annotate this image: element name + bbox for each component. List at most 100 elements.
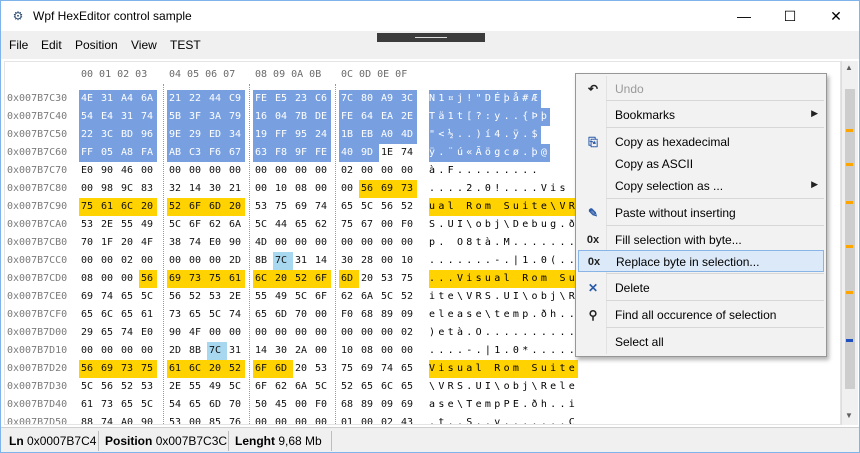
hex-byte[interactable]: 22	[187, 90, 207, 108]
hex-byte[interactable]: 00	[273, 162, 293, 180]
hex-byte[interactable]: 00	[313, 162, 331, 180]
hex-byte[interactable]: 20	[227, 198, 245, 216]
hex-byte[interactable]: 61	[99, 198, 119, 216]
hex-byte[interactable]: 00	[187, 252, 207, 270]
hex-byte[interactable]: 75	[207, 270, 227, 288]
hex-byte[interactable]: 65	[399, 360, 417, 378]
hex-byte[interactable]: 65	[359, 378, 379, 396]
hex-byte[interactable]: 04	[273, 108, 293, 126]
hex-byte[interactable]: 6F	[187, 198, 207, 216]
hex-byte[interactable]: 21	[227, 180, 245, 198]
hex-byte[interactable]: 49	[207, 378, 227, 396]
hex-byte[interactable]: BD	[119, 126, 139, 144]
hex-byte[interactable]: 67	[359, 216, 379, 234]
hex-byte[interactable]: 00	[79, 342, 99, 360]
hex-byte[interactable]: 65	[339, 198, 359, 216]
hex-byte[interactable]: 4F	[187, 324, 207, 342]
hex-byte[interactable]: 74	[99, 288, 119, 306]
menu-item-find-all-occurence-of-selection[interactable]: ⚲ Find all occurence of selection	[578, 304, 824, 326]
hex-byte[interactable]: 61	[79, 396, 99, 414]
hex-byte[interactable]: 00	[339, 180, 359, 198]
hex-byte[interactable]: 55	[119, 216, 139, 234]
hex-byte[interactable]: 83	[139, 180, 157, 198]
hex-byte[interactable]: 74	[187, 234, 207, 252]
hex-byte[interactable]: 2E	[99, 216, 119, 234]
hex-byte[interactable]: 00	[253, 162, 273, 180]
hex-byte[interactable]: FA	[139, 144, 157, 162]
hex-byte[interactable]: 6A	[359, 288, 379, 306]
hex-byte[interactable]: 52	[119, 378, 139, 396]
hex-byte[interactable]: 80	[359, 90, 379, 108]
hex-byte[interactable]: 62	[207, 216, 227, 234]
hex-byte[interactable]: 53	[139, 378, 157, 396]
hex-byte[interactable]: 8B	[187, 342, 207, 360]
hex-byte[interactable]: 00	[167, 252, 187, 270]
hex-byte[interactable]: FE	[253, 90, 273, 108]
hex-byte[interactable]: 00	[253, 324, 273, 342]
hex-byte[interactable]: 00	[227, 162, 245, 180]
menu-item-copy-as-hexadecimal[interactable]: ⎘ Copy as hexadecimal	[578, 131, 824, 153]
hex-byte[interactable]: 50	[253, 396, 273, 414]
hex-byte[interactable]: 10	[399, 252, 417, 270]
ascii-text[interactable]: ....-.|1.0*.....	[429, 342, 578, 360]
hex-byte[interactable]: 00	[313, 306, 331, 324]
hex-byte[interactable]: 00	[313, 342, 331, 360]
hex-byte[interactable]: 61	[227, 270, 245, 288]
hex-byte[interactable]: 00	[79, 180, 99, 198]
hex-byte[interactable]: 95	[293, 126, 313, 144]
hex-byte[interactable]: 49	[139, 216, 157, 234]
ascii-text[interactable]: "<½..)í4.ÿ.$	[429, 126, 541, 144]
hex-byte[interactable]: FF	[79, 144, 99, 162]
hex-byte[interactable]: 6D	[339, 270, 359, 288]
ascii-text[interactable]: ....2.0!....Vis	[429, 180, 569, 198]
hex-byte[interactable]: 54	[167, 396, 187, 414]
hex-byte[interactable]: 3C	[399, 90, 417, 108]
hex-byte[interactable]: 5C	[139, 396, 157, 414]
hex-byte[interactable]: 00	[339, 234, 359, 252]
hex-byte[interactable]: 69	[379, 180, 399, 198]
hex-byte[interactable]: 52	[293, 270, 313, 288]
hex-byte[interactable]: 30	[207, 180, 227, 198]
hex-byte[interactable]: 2D	[167, 342, 187, 360]
hex-byte[interactable]: 90	[139, 414, 157, 424]
hex-byte[interactable]: 00	[119, 342, 139, 360]
hex-byte[interactable]: 1B	[339, 126, 359, 144]
hex-byte[interactable]: 44	[273, 216, 293, 234]
hex-byte[interactable]: F0	[339, 306, 359, 324]
hex-byte[interactable]: 89	[379, 306, 399, 324]
hex-byte[interactable]: 62	[273, 378, 293, 396]
hex-byte[interactable]: 10	[339, 342, 359, 360]
ascii-text[interactable]: \VRS.UI\obj\Rele	[429, 378, 578, 396]
hex-byte[interactable]: 00	[167, 162, 187, 180]
hex-byte[interactable]: 5C	[167, 216, 187, 234]
hex-byte[interactable]: 73	[187, 270, 207, 288]
hex-byte[interactable]: FE	[339, 108, 359, 126]
hex-byte[interactable]: 20	[273, 270, 293, 288]
hex-byte[interactable]: 4D	[399, 126, 417, 144]
hex-byte[interactable]: 49	[273, 288, 293, 306]
hex-byte[interactable]: F0	[313, 396, 331, 414]
hex-byte[interactable]: 6A	[293, 378, 313, 396]
ascii-text[interactable]: N1¤j!"DÉþå#Æ	[429, 90, 541, 108]
hex-byte[interactable]: 34	[227, 126, 245, 144]
menu-file[interactable]: File	[9, 38, 28, 52]
hex-byte[interactable]: 00	[79, 252, 99, 270]
hex-byte[interactable]: 65	[187, 396, 207, 414]
scroll-down-arrow-icon[interactable]: ▼	[845, 411, 853, 420]
hex-byte[interactable]: 2D	[227, 252, 245, 270]
hex-byte[interactable]: 65	[119, 306, 139, 324]
hex-byte[interactable]: 6D	[273, 360, 293, 378]
hex-byte[interactable]: 6C	[187, 360, 207, 378]
hex-byte[interactable]: 00	[99, 252, 119, 270]
hex-byte[interactable]: 00	[293, 234, 313, 252]
hex-byte[interactable]: 73	[399, 180, 417, 198]
hex-byte[interactable]: 31	[293, 252, 313, 270]
hex-byte[interactable]: 6F	[187, 216, 207, 234]
hex-byte[interactable]: 70	[227, 396, 245, 414]
hex-byte[interactable]: 1E	[379, 144, 399, 162]
hex-byte[interactable]: 75	[339, 216, 359, 234]
hex-byte[interactable]: AB	[167, 144, 187, 162]
hex-byte[interactable]: 5C	[359, 198, 379, 216]
hex-byte[interactable]: 56	[359, 180, 379, 198]
hex-byte[interactable]: 65	[399, 378, 417, 396]
